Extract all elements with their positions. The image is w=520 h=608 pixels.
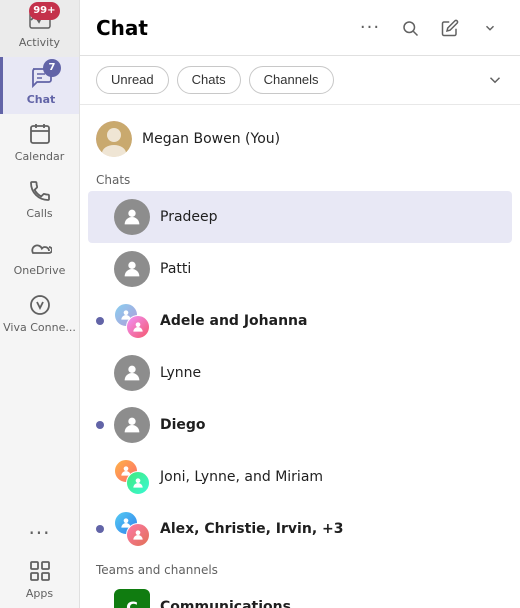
sidebar-item-activity-label: Activity xyxy=(19,36,60,49)
person-icon xyxy=(121,362,143,384)
more-dots-icon: ··· xyxy=(28,523,50,543)
main-content: Chat ··· xyxy=(80,0,520,608)
activity-badge: 99+ xyxy=(29,2,59,20)
adele-johanna-name: Adele and Johanna xyxy=(160,313,504,329)
sidebar-item-activity[interactable]: 99+ Activity xyxy=(0,0,79,57)
activity-icon-wrap: 99+ xyxy=(28,8,52,32)
sidebar-item-calls[interactable]: Calls xyxy=(0,171,79,228)
filter-chats[interactable]: Chats xyxy=(177,66,241,94)
diego-name: Diego xyxy=(160,417,504,433)
search-button[interactable] xyxy=(396,14,424,42)
calls-icon xyxy=(28,179,52,203)
apps-icon xyxy=(28,559,52,583)
joni-avatar xyxy=(114,459,150,495)
chat-icon-wrap: 7 xyxy=(29,65,53,89)
chat-list: Megan Bowen (You) Chats Pradeep xyxy=(80,105,520,608)
joni-lynne-miriam-row[interactable]: Joni, Lynne, and Miriam xyxy=(80,451,520,503)
viva-icon xyxy=(28,293,52,317)
sidebar-item-calendar[interactable]: Calendar xyxy=(0,114,79,171)
lynne-row[interactable]: Lynne xyxy=(80,347,520,399)
sidebar-item-more[interactable]: ··· xyxy=(0,515,79,551)
alex-avatar xyxy=(114,511,150,547)
calendar-icon xyxy=(28,122,52,146)
filter-channels[interactable]: Channels xyxy=(249,66,334,94)
sidebar-item-viva-label: Viva Conne... xyxy=(3,321,76,334)
sidebar: 99+ Activity 7 Chat Calendar xyxy=(0,0,80,608)
pradeep-row[interactable]: Pradeep xyxy=(88,191,512,243)
sidebar-item-apps[interactable]: Apps xyxy=(0,551,79,608)
chevron-down-icon xyxy=(483,21,497,35)
diego-avatar xyxy=(114,407,150,443)
person-icon xyxy=(121,414,143,436)
person-icon xyxy=(121,258,143,280)
sidebar-item-chat[interactable]: 7 Chat xyxy=(0,57,79,114)
diego-unread-dot xyxy=(96,421,104,429)
viva-icon-wrap xyxy=(28,293,52,317)
expand-button[interactable] xyxy=(476,14,504,42)
more-options-button[interactable]: ··· xyxy=(356,14,384,42)
patti-name: Patti xyxy=(160,261,504,277)
teams-channels-section-label: Teams and channels xyxy=(80,555,520,581)
sidebar-item-onedrive[interactable]: OneDrive xyxy=(0,228,79,285)
sidebar-item-viva[interactable]: Viva Conne... xyxy=(0,285,79,342)
lynne-avatar xyxy=(114,355,150,391)
megan-avatar-icon xyxy=(96,121,132,157)
chat-badge: 7 xyxy=(43,59,61,77)
patti-avatar xyxy=(114,251,150,287)
apps-icon-wrap xyxy=(28,559,52,583)
megan-bowen-name: Megan Bowen (You) xyxy=(142,131,504,147)
compose-icon xyxy=(441,19,459,37)
adele-johanna-unread-dot xyxy=(96,317,104,325)
communications-row[interactable]: C Communications xyxy=(80,581,520,608)
diego-row[interactable]: Diego xyxy=(80,399,520,451)
communications-avatar: C xyxy=(114,589,150,608)
chevron-down-icon xyxy=(486,71,504,89)
compose-button[interactable] xyxy=(436,14,464,42)
adele-johanna-row[interactable]: Adele and Johanna xyxy=(80,295,520,347)
alex-christie-irvin-name: Alex, Christie, Irvin, +3 xyxy=(160,521,504,537)
megan-avatar xyxy=(96,121,132,157)
search-icon xyxy=(401,19,419,37)
sidebar-item-onedrive-label: OneDrive xyxy=(14,264,66,277)
calls-icon-wrap xyxy=(28,179,52,203)
patti-row[interactable]: Patti xyxy=(80,243,520,295)
header-actions: ··· xyxy=(356,14,504,42)
filter-bar: Unread Chats Channels xyxy=(80,56,520,105)
sidebar-item-apps-label: Apps xyxy=(26,587,53,600)
chats-section-label: Chats xyxy=(80,165,520,191)
joni-lynne-miriam-name: Joni, Lynne, and Miriam xyxy=(160,469,504,485)
alex-unread-dot xyxy=(96,525,104,533)
sidebar-item-calls-label: Calls xyxy=(26,207,52,220)
communications-name: Communications xyxy=(160,599,504,608)
sidebar-item-chat-label: Chat xyxy=(27,93,56,106)
filter-expand-button[interactable] xyxy=(486,71,504,89)
megan-bowen-row[interactable]: Megan Bowen (You) xyxy=(80,113,520,165)
header: Chat ··· xyxy=(80,0,520,56)
more-icon-wrap: ··· xyxy=(28,523,50,543)
pradeep-avatar xyxy=(114,199,150,235)
onedrive-icon-wrap xyxy=(28,236,52,260)
more-options-icon: ··· xyxy=(360,17,380,38)
page-title: Chat xyxy=(96,16,356,40)
pradeep-name: Pradeep xyxy=(160,209,504,225)
adele-johanna-avatar xyxy=(114,303,150,339)
alex-christie-irvin-row[interactable]: Alex, Christie, Irvin, +3 xyxy=(80,503,520,555)
lynne-name: Lynne xyxy=(160,365,504,381)
person-icon xyxy=(121,206,143,228)
onedrive-icon xyxy=(28,236,52,260)
calendar-icon-wrap xyxy=(28,122,52,146)
sidebar-item-calendar-label: Calendar xyxy=(15,150,64,163)
filter-unread[interactable]: Unread xyxy=(96,66,169,94)
